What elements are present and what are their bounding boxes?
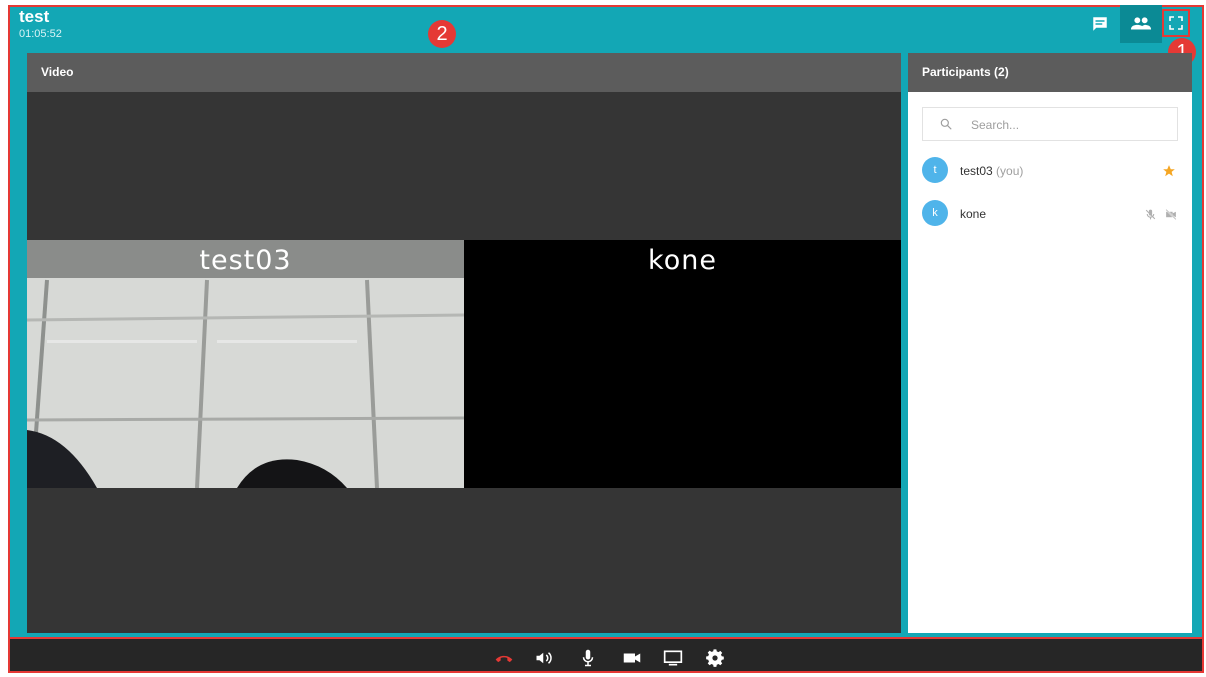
participant-name: kone xyxy=(960,207,987,221)
volume-button[interactable] xyxy=(534,648,554,668)
screen-share-icon xyxy=(663,650,683,666)
camera-feed-image xyxy=(27,240,464,488)
avatar: k xyxy=(922,200,948,226)
mic-off-icon xyxy=(1145,209,1156,220)
video-tile-test03[interactable]: test03 xyxy=(27,240,464,488)
annotation-badge-2: 2 xyxy=(428,20,456,48)
tile-name-label: kone xyxy=(648,245,717,276)
fullscreen-button[interactable] xyxy=(1162,9,1190,37)
participant-search-input[interactable]: Search... xyxy=(922,107,1178,141)
people-icon xyxy=(1130,17,1152,30)
video-tile-kone[interactable]: kone xyxy=(464,240,901,488)
avatar: t xyxy=(922,157,948,183)
room-title: test xyxy=(19,7,50,26)
participant-name: test03 (you) xyxy=(960,164,1024,178)
volume-icon xyxy=(536,652,552,664)
you-suffix: (you) xyxy=(996,164,1024,178)
tile-name-label: test03 xyxy=(199,245,292,276)
video-panel: Video test03 kone xyxy=(27,53,901,633)
conference-window: test 01:05:52 2 1 Video test03 kone Part… xyxy=(0,0,1206,677)
search-icon xyxy=(940,118,952,130)
participants-toggle-button[interactable] xyxy=(1120,5,1162,43)
settings-button[interactable] xyxy=(705,648,725,668)
star-icon xyxy=(1163,165,1175,177)
elapsed-time: 01:05:52 xyxy=(19,28,62,40)
participant-row-kone[interactable]: k kone xyxy=(922,200,1182,228)
participants-header: Participants (2) xyxy=(908,53,1192,92)
camera-icon xyxy=(623,653,641,663)
mic-icon xyxy=(582,649,594,667)
chat-icon xyxy=(1093,17,1107,31)
hangup-icon xyxy=(495,655,513,663)
chat-button[interactable] xyxy=(1086,10,1114,38)
hangup-button[interactable] xyxy=(494,648,514,668)
camera-button[interactable] xyxy=(622,648,642,668)
microphone-button[interactable] xyxy=(578,648,598,668)
participants-panel: Participants (2) Search... t test03 (you… xyxy=(908,53,1192,633)
participant-row-test03[interactable]: t test03 (you) xyxy=(922,157,1182,185)
settings-icon xyxy=(706,649,724,667)
call-controls-bar xyxy=(8,639,1204,673)
fullscreen-icon xyxy=(1169,16,1183,30)
video-panel-header: Video xyxy=(27,53,901,92)
video-off-icon xyxy=(1165,209,1177,220)
screen-share-button[interactable] xyxy=(663,648,683,668)
search-placeholder: Search... xyxy=(971,118,1020,132)
